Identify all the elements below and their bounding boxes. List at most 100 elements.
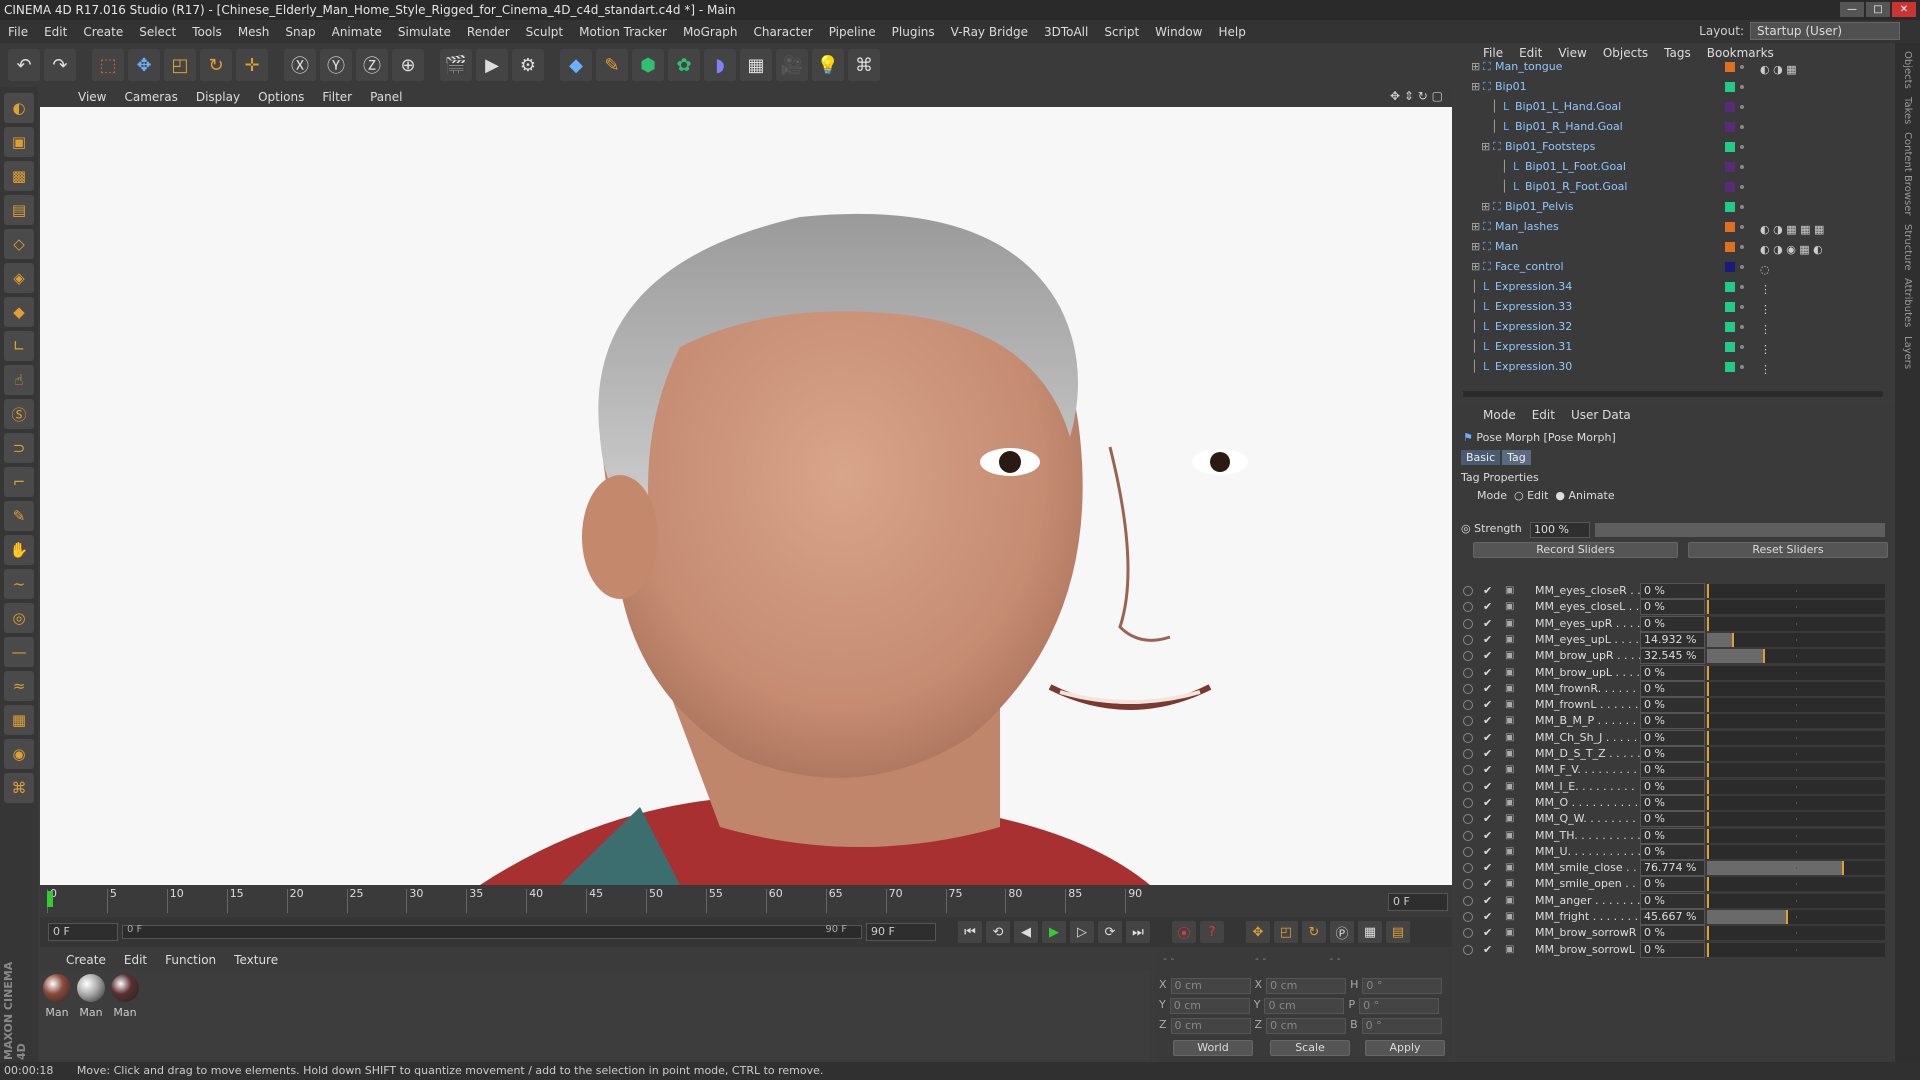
object-row[interactable]: ⊞ ⛶ Bip01_Pelvis bbox=[1455, 197, 1875, 217]
object-expand-icon[interactable]: │ bbox=[1491, 117, 1498, 137]
scale-icon[interactable]: ◰ bbox=[164, 49, 196, 81]
visibility-dot[interactable] bbox=[1740, 145, 1744, 149]
morph-anim-icon[interactable] bbox=[1463, 830, 1473, 841]
goto-end-icon[interactable]: ⏭ bbox=[1126, 921, 1150, 943]
visibility-dot[interactable] bbox=[1740, 285, 1744, 289]
object-row[interactable]: │ L Bip01_R_Hand.Goal bbox=[1455, 117, 1875, 137]
morph-anim-icon[interactable] bbox=[1463, 618, 1473, 629]
make-editable-icon[interactable]: ◐ bbox=[4, 93, 34, 123]
key-scale-icon[interactable]: ◰ bbox=[1274, 921, 1298, 943]
morph-slider[interactable] bbox=[1707, 616, 1885, 631]
morph-slider[interactable] bbox=[1707, 665, 1885, 680]
material-menu-create[interactable]: Create bbox=[66, 953, 106, 967]
morph-slider[interactable] bbox=[1707, 698, 1885, 713]
menu-item-plugins[interactable]: Plugins bbox=[884, 25, 943, 39]
morph-anim-icon[interactable] bbox=[1463, 797, 1473, 808]
object-row[interactable]: │ L Bip01_L_Foot.Goal bbox=[1455, 157, 1875, 177]
z-axis-icon[interactable]: Ⓩ bbox=[356, 49, 388, 81]
morph-slider[interactable] bbox=[1707, 730, 1885, 745]
layout-dropdown[interactable]: Startup (User) bbox=[1750, 22, 1900, 40]
morph-anim-icon[interactable] bbox=[1463, 944, 1473, 955]
visibility-dot[interactable] bbox=[1740, 265, 1744, 269]
attr-menu-mode[interactable]: Mode bbox=[1483, 408, 1516, 422]
morph-anim-icon[interactable] bbox=[1463, 667, 1473, 678]
timeline-window-icon[interactable]: ▤ bbox=[1386, 921, 1410, 943]
maximize-icon[interactable]: □ bbox=[1866, 2, 1890, 17]
render-settings-icon[interactable]: ⚙ bbox=[512, 49, 544, 81]
coord-rot-field[interactable]: 0 ° bbox=[1361, 1018, 1442, 1034]
frame-range-slider[interactable]: 0 F 90 F bbox=[122, 924, 862, 939]
morph-slider[interactable] bbox=[1707, 893, 1885, 908]
right-tab-layers[interactable]: Layers bbox=[1902, 336, 1913, 369]
menu-item-motion-tracker[interactable]: Motion Tracker bbox=[571, 25, 675, 39]
mode-edit-radio[interactable]: ○ bbox=[1510, 489, 1524, 502]
menu-item-create[interactable]: Create bbox=[75, 25, 131, 39]
object-row[interactable]: │ L Expression.32 ⋮ bbox=[1455, 317, 1875, 337]
play-icon[interactable]: ▶ bbox=[1042, 921, 1066, 943]
viewport[interactable] bbox=[40, 107, 1452, 885]
cube-icon[interactable]: ◆ bbox=[560, 49, 592, 81]
right-tab-content-browser[interactable]: Content Browser bbox=[1902, 132, 1913, 215]
sculpt-smooth-icon[interactable]: ~ bbox=[4, 569, 34, 599]
object-row[interactable]: ⊞ ⛶ Man_lashes ◐ ◑ ▦ ▦ ▦ bbox=[1455, 217, 1875, 237]
object-hscrollbar[interactable] bbox=[1463, 391, 1883, 397]
live-selection-icon[interactable]: ⬚ bbox=[92, 49, 124, 81]
key-rotation-icon[interactable]: ↻ bbox=[1302, 921, 1326, 943]
attr-menu-edit[interactable]: Edit bbox=[1532, 408, 1555, 422]
coordinate-system-icon[interactable]: ⊕ bbox=[392, 49, 424, 81]
layout-selector[interactable]: Layout: Startup (User) bbox=[1699, 22, 1900, 40]
object-expand-icon[interactable]: ⊞ bbox=[1471, 217, 1480, 237]
menu-item-character[interactable]: Character bbox=[745, 25, 820, 39]
object-expand-icon[interactable]: ⊞ bbox=[1471, 77, 1480, 97]
workplane-icon[interactable]: ▤ bbox=[4, 195, 34, 225]
object-expand-icon[interactable]: ⊞ bbox=[1481, 137, 1490, 157]
key-param-icon[interactable]: Ⓟ bbox=[1330, 921, 1354, 943]
object-expand-icon[interactable]: │ bbox=[1501, 157, 1508, 177]
menu-item-script[interactable]: Script bbox=[1096, 25, 1147, 39]
morph-anim-icon[interactable] bbox=[1463, 749, 1473, 759]
morph-slider[interactable] bbox=[1707, 910, 1885, 924]
object-expand-icon[interactable]: │ bbox=[1471, 277, 1478, 297]
morph-anim-icon[interactable] bbox=[1463, 846, 1473, 857]
coord-size-field[interactable]: 0 cm bbox=[1266, 1018, 1347, 1034]
playhead[interactable] bbox=[47, 891, 53, 907]
morph-slider[interactable] bbox=[1707, 844, 1885, 859]
visibility-dot[interactable] bbox=[1740, 105, 1744, 109]
viewport-menu-cameras[interactable]: Cameras bbox=[124, 90, 177, 104]
morph-slider[interactable] bbox=[1707, 795, 1885, 810]
coord-scale-dropdown[interactable]: Scale bbox=[1270, 1040, 1350, 1056]
mode-animate-radio[interactable]: ● bbox=[1552, 489, 1565, 502]
object-row[interactable]: ⊞ ⛶ Bip01_Footsteps bbox=[1455, 137, 1875, 157]
edges-mode-icon[interactable]: ◈ bbox=[4, 263, 34, 293]
record-keys-icon[interactable]: ⦿ bbox=[1172, 921, 1196, 943]
object-row[interactable]: │ L Expression.30 ⋮ bbox=[1455, 357, 1875, 377]
pen-icon[interactable]: ✎ bbox=[596, 49, 628, 81]
viewport-menu-display[interactable]: Display bbox=[196, 90, 240, 104]
object-row[interactable]: │ L Bip01_L_Hand.Goal bbox=[1455, 97, 1875, 117]
attr-menu-user-data[interactable]: User Data bbox=[1571, 408, 1631, 422]
object-row[interactable]: │ L Expression.33 ⋮ bbox=[1455, 297, 1875, 317]
move-icon[interactable]: ✥ bbox=[128, 49, 160, 81]
morph-anim-icon[interactable] bbox=[1463, 651, 1473, 662]
morph-slider[interactable] bbox=[1707, 747, 1885, 761]
undo-icon[interactable]: ↶ bbox=[8, 49, 40, 81]
viewport-menu-filter[interactable]: Filter bbox=[322, 90, 352, 104]
morph-anim-icon[interactable] bbox=[1463, 700, 1473, 711]
cloner-icon[interactable]: ✿ bbox=[668, 49, 700, 81]
subdivision-icon[interactable]: ⬢ bbox=[632, 49, 664, 81]
sculpt-grab-icon[interactable]: ✋ bbox=[4, 535, 34, 565]
coord-rot-field[interactable]: 0 ° bbox=[1362, 978, 1443, 994]
menu-item-3dtoall[interactable]: 3DToAll bbox=[1036, 25, 1096, 39]
visibility-dot[interactable] bbox=[1740, 365, 1744, 369]
axis-mode-icon[interactable]: ∟ bbox=[4, 331, 34, 361]
morph-slider[interactable] bbox=[1707, 600, 1885, 615]
morph-slider[interactable] bbox=[1707, 584, 1885, 598]
morph-slider[interactable] bbox=[1707, 926, 1885, 941]
visibility-dot[interactable] bbox=[1740, 245, 1744, 249]
viewport-menu-options[interactable]: Options bbox=[258, 90, 304, 104]
x-axis-icon[interactable]: Ⓧ bbox=[284, 49, 316, 81]
visibility-dot[interactable] bbox=[1740, 65, 1744, 69]
deformer-icon[interactable]: ◗ bbox=[704, 49, 736, 81]
sculpt-mask-icon[interactable]: ▦ bbox=[4, 705, 34, 735]
menu-item-animate[interactable]: Animate bbox=[324, 25, 390, 39]
